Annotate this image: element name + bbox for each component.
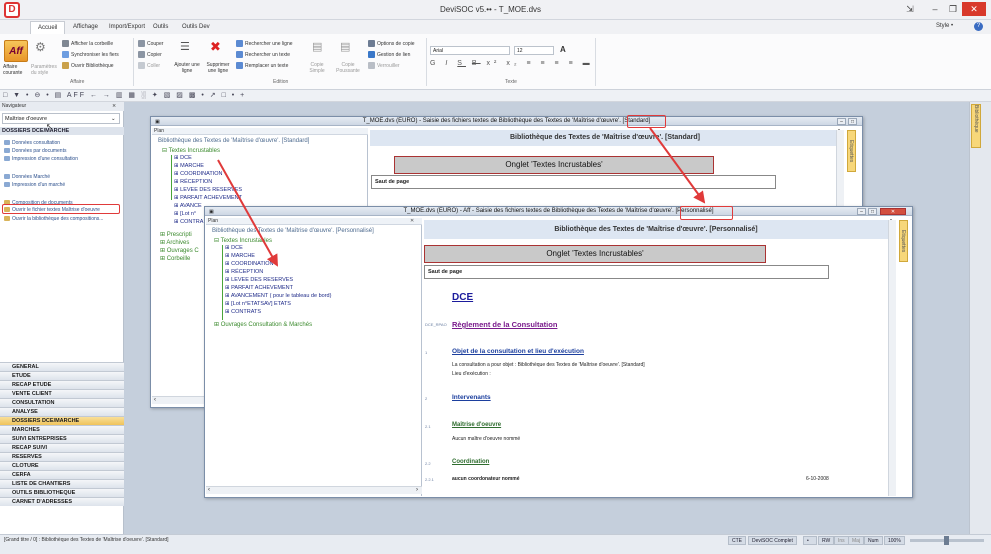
status-zoom-level: 100% <box>884 536 905 545</box>
zoom-slider-thumb[interactable] <box>944 536 949 545</box>
status-cte: CTE <box>728 536 746 545</box>
status-text: [Grand titre / 0] : Bibliothèque des Tex… <box>4 537 169 543</box>
status-rw: RW <box>818 536 835 545</box>
status-edition: DeviSOC Complet <box>748 536 797 545</box>
annotation-arrows <box>217 127 706 267</box>
status-lock: • <box>803 536 817 545</box>
status-ins: Ins <box>834 536 849 545</box>
application-window: D DeviSOC v5.•• - T_MOE.dvs ⇲ – ❐ ✕ Accu… <box>0 0 991 554</box>
status-maj: Maj <box>848 536 865 545</box>
status-num: Num <box>864 536 883 545</box>
